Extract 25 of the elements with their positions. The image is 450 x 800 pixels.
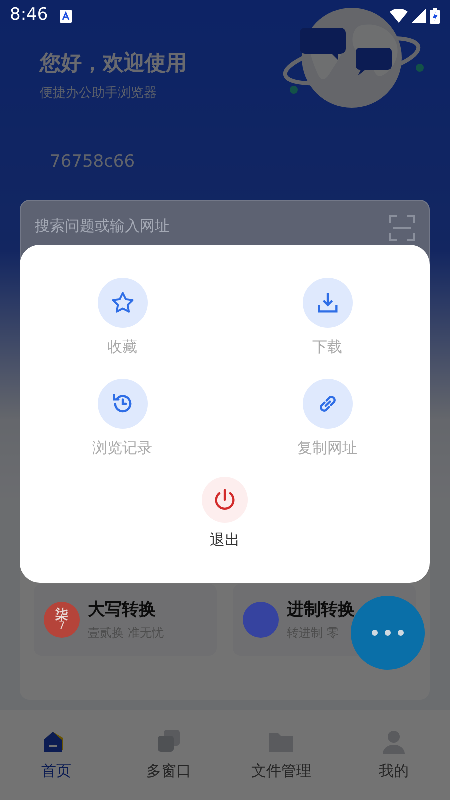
power-icon (202, 477, 248, 523)
nav-tab[interactable]: 首页 (0, 728, 112, 800)
scan-icon[interactable] (389, 214, 415, 240)
icon-glyph: 柒 (56, 608, 68, 622)
tool-title: 进制转换 (287, 599, 355, 622)
status-time: 8:46 (10, 4, 48, 28)
keyboard-icon (60, 10, 72, 22)
menu-item[interactable]: 收藏 (20, 278, 225, 358)
battery-icon (430, 8, 440, 24)
wifi-icon (390, 9, 408, 23)
tool-title: 大写转换 (88, 599, 157, 622)
nav-tab[interactable]: 多窗口 (112, 728, 225, 800)
search-field[interactable]: 搜索问题或输入网址 (35, 214, 335, 237)
download-icon (302, 278, 352, 328)
device-code: 76758c66 (50, 151, 136, 174)
welcome-subtitle: 便捷办公助手浏览器 (40, 84, 158, 102)
menu-item[interactable]: 复制网址 (225, 378, 430, 459)
icon-glyph: 7 (58, 622, 66, 632)
nav-tab[interactable]: 我的 (338, 728, 450, 800)
exit-button[interactable]: 退出 (202, 477, 248, 552)
nav-tab[interactable]: 文件管理 (225, 728, 338, 800)
menu-item[interactable]: 下载 (225, 278, 430, 358)
signal-icon (412, 9, 426, 23)
menu-item[interactable]: 浏览记录 (20, 378, 225, 459)
welcome-title: 您好，欢迎使用 (40, 50, 187, 77)
